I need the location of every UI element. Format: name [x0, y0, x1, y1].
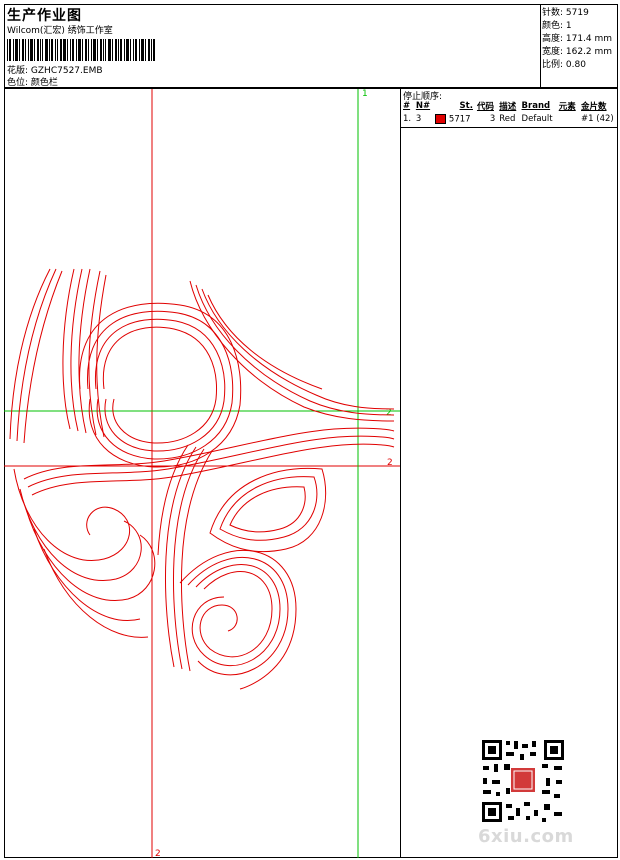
stitch-path — [201, 288, 395, 410]
stitch-path — [25, 508, 156, 601]
row-element — [557, 113, 579, 126]
row-index: 1. — [403, 114, 412, 125]
colorpos-label: 色位: — [7, 78, 29, 88]
stitch-count: 针数: 5719 — [542, 8, 589, 18]
stitch-path — [13, 468, 130, 561]
design-scale: 比例: 0.80 — [542, 60, 586, 70]
stitch-path — [87, 310, 234, 460]
document-title: 生产作业图 — [7, 8, 82, 24]
col-sequin: 金片数 — [581, 102, 607, 112]
stitch-path — [23, 270, 63, 444]
stitch-path — [209, 467, 327, 553]
stitch-path — [164, 446, 197, 668]
row-stitches: 5717 — [448, 114, 471, 125]
stitch-path — [102, 326, 217, 444]
color-count: 颜色: 1 — [542, 21, 572, 31]
panel-divider — [400, 88, 401, 858]
col-needle: N# — [415, 101, 431, 111]
row-needle: 3 — [415, 114, 422, 125]
col-brand: Brand — [521, 101, 551, 111]
guide-label-1: 1 — [362, 89, 368, 99]
color-position: 色位: 颜色栏 — [7, 75, 58, 88]
header-info: 生产作业图 Wilcom(汇宏) 绣饰工作室 花版: GZHC7527.EMB … — [4, 4, 541, 88]
stitch-path — [94, 318, 226, 452]
guide-label-2-bottom: 2 — [155, 849, 161, 858]
design-width: 宽度: 162.2 mm — [542, 47, 613, 57]
col-desc: 描述 — [499, 102, 517, 112]
stitch-path — [172, 448, 205, 670]
stitch-path — [189, 280, 395, 422]
stitch-path — [199, 571, 273, 658]
col-index: # — [403, 101, 411, 111]
col-element: 元素 — [558, 102, 576, 112]
qr-logo — [511, 768, 535, 792]
design-stats: 针数: 5719 颜色: 1 高度: 171.4 mm 宽度: 162.2 mm… — [540, 4, 618, 88]
watermark: 6xiu.com — [478, 826, 574, 847]
guide-label-green-right: 2 — [386, 408, 392, 418]
qr-code — [480, 738, 566, 824]
barcode — [7, 39, 155, 61]
stitch-path — [229, 486, 306, 533]
stop-sequence-table: # N# St. 代码 描述 Brand 元素 金片数 1. 3 5717 3 … — [401, 99, 618, 126]
row-brand: Default — [521, 114, 553, 125]
row-stitches-cell: 5717 — [433, 113, 475, 126]
stitch-path — [219, 476, 318, 541]
embroidery-design — [9, 268, 395, 690]
row-sequin: #1 (42) — [581, 114, 614, 125]
stitch-path — [78, 268, 91, 434]
stitch-path — [23, 427, 395, 480]
design-height: 高度: 171.4 mm — [542, 34, 613, 44]
table-row: 1. 3 5717 3 Red Default #1 (42) — [401, 113, 618, 126]
stitch-path — [70, 268, 83, 432]
stitch-path — [27, 435, 395, 488]
stitch-path — [9, 268, 51, 440]
stitch-path — [62, 268, 75, 430]
stitch-path — [19, 488, 142, 581]
stitch-path — [191, 564, 281, 667]
thread-color-swatch — [435, 114, 447, 124]
stop-sequence-panel: 停止顺序: # N# St. 代码 描述 Brand 元素 金片数 1. 3 5… — [401, 89, 618, 128]
col-code: 代码 — [476, 102, 494, 112]
guide-label-2-right: 2 — [387, 458, 393, 468]
table-header-row: # N# St. 代码 描述 Brand 元素 金片数 — [401, 99, 618, 113]
studio-name: Wilcom(汇宏) 绣饰工作室 — [7, 26, 113, 36]
row-code: 3 — [489, 114, 496, 125]
design-canvas: 1 2 2 2 — [4, 89, 400, 858]
colorpos-value: 颜色栏 — [30, 78, 58, 88]
col-stitches: St. — [459, 101, 473, 111]
row-desc: Red — [499, 114, 516, 125]
